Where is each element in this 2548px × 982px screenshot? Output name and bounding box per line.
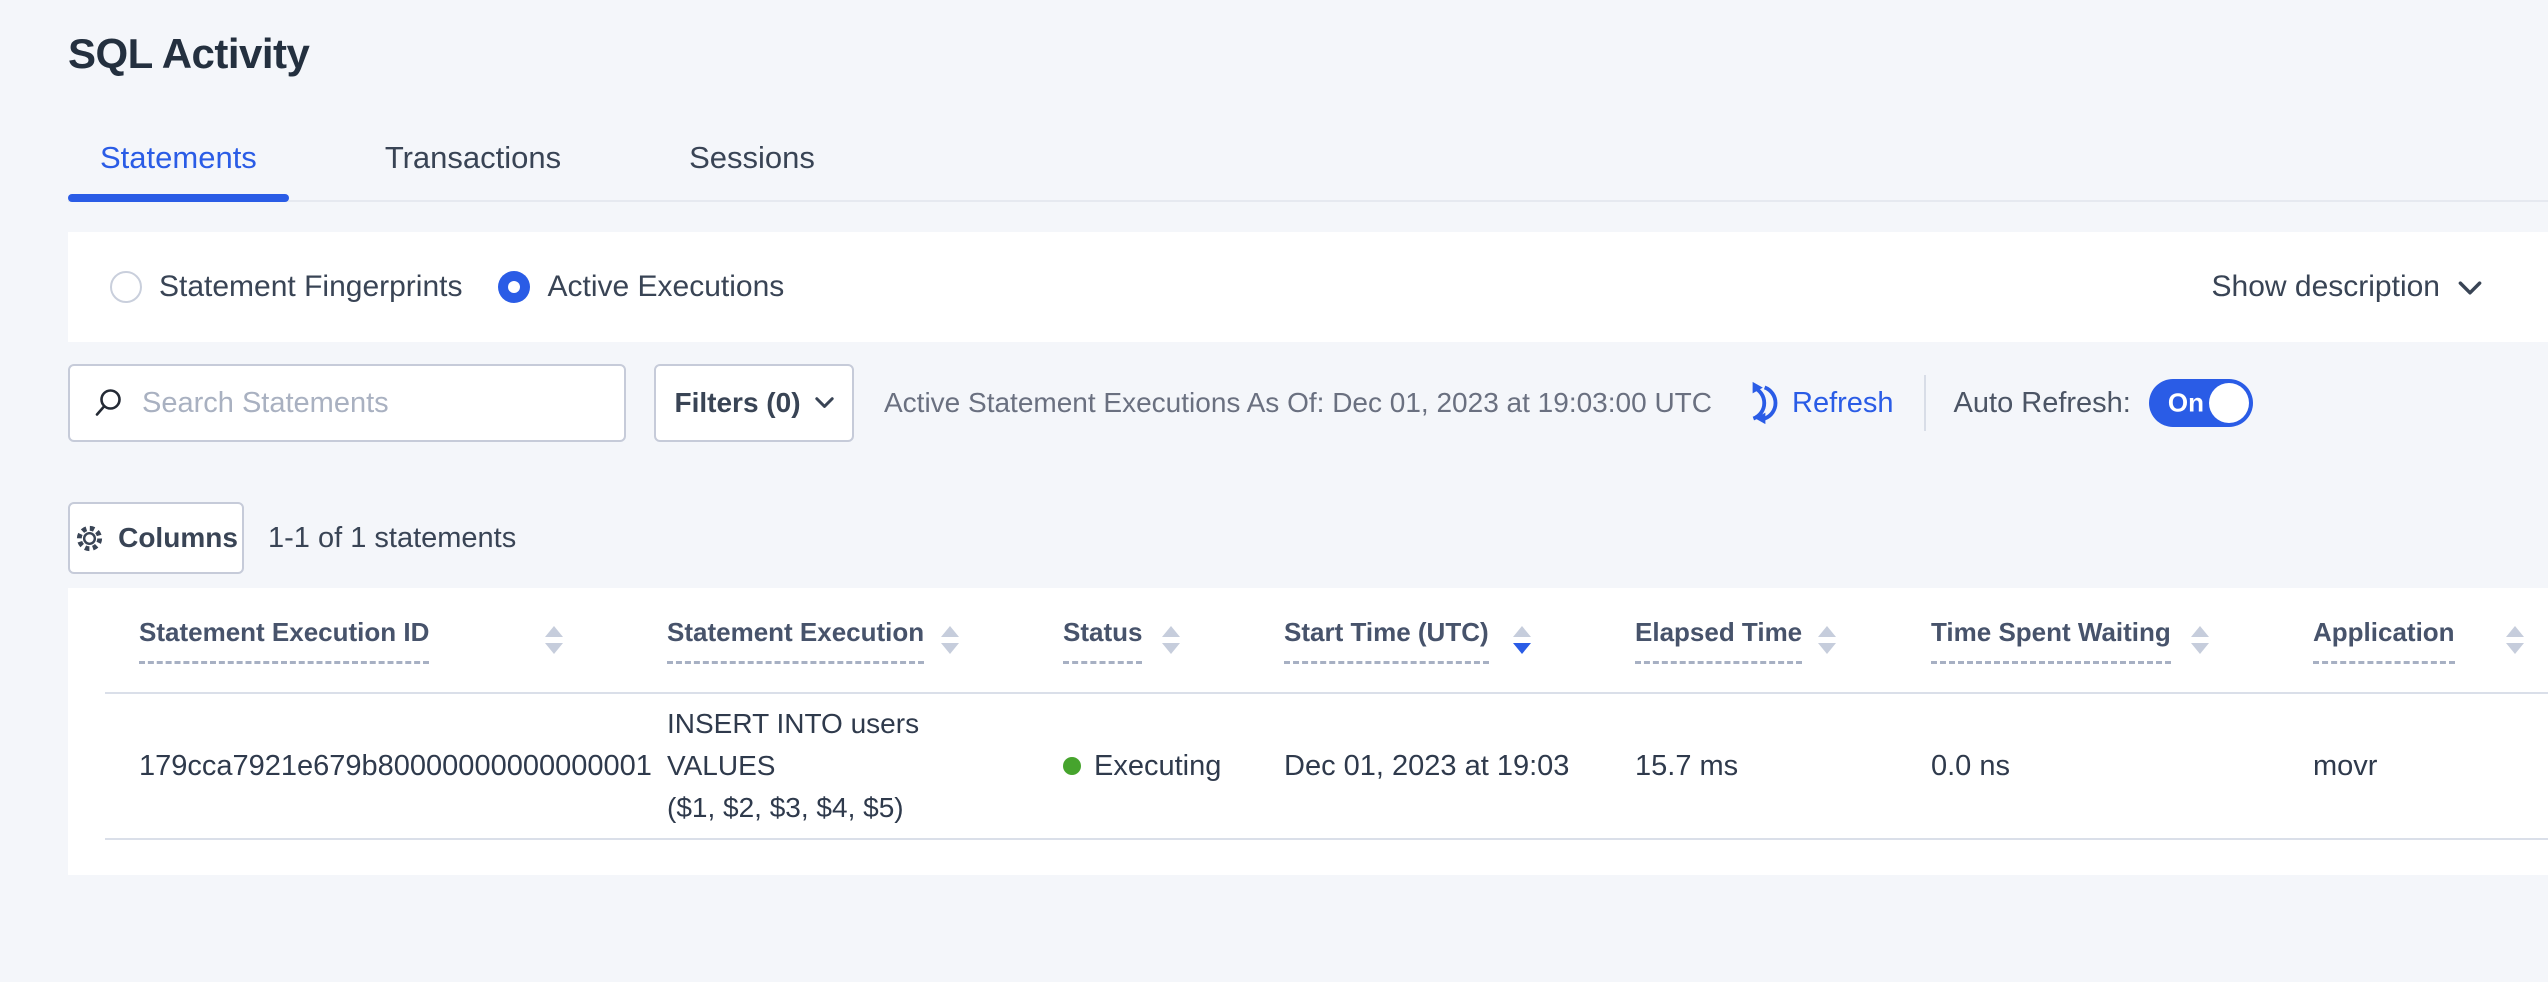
- radio-unselected-icon[interactable]: [110, 271, 142, 303]
- filter-bar: Filters (0) Active Statement Executions …: [68, 364, 2548, 442]
- tab-sessions[interactable]: Sessions: [657, 140, 847, 200]
- cell-statement-execution: INSERT INTO users VALUES ($1, $2, $3, $4…: [633, 703, 1029, 829]
- statements-table: Statement Execution ID Statement Executi…: [68, 588, 2548, 875]
- table-row: 179cca7921e679b80000000000000001 INSERT …: [105, 694, 2548, 840]
- toggle-state-label: On: [2168, 388, 2204, 419]
- show-description-toggle[interactable]: Show description: [2212, 270, 2482, 304]
- statement-line-1: INSERT INTO users VALUES: [667, 703, 1029, 787]
- col-header-start-time[interactable]: Start Time (UTC): [1250, 617, 1601, 664]
- tab-transactions[interactable]: Transactions: [353, 140, 593, 200]
- search-input[interactable]: [142, 387, 602, 420]
- show-description-label: Show description: [2212, 270, 2440, 304]
- cell-application: movr: [2279, 750, 2548, 783]
- tab-bar: Statements Transactions Sessions: [68, 140, 2548, 202]
- radio-active-executions[interactable]: Active Executions: [498, 270, 784, 304]
- sort-icon: [1162, 626, 1180, 654]
- statement-line-2: ($1, $2, $3, $4, $5): [667, 787, 1029, 829]
- sort-icon: [545, 626, 563, 654]
- cell-statement-execution-id: 179cca7921e679b80000000000000001: [105, 750, 633, 783]
- as-of-timestamp: Active Statement Executions As Of: Dec 0…: [884, 387, 1712, 419]
- chevron-down-icon: [2458, 270, 2482, 304]
- chevron-down-icon: [815, 397, 834, 409]
- search-box[interactable]: [68, 364, 626, 442]
- columns-button[interactable]: Columns: [68, 502, 244, 574]
- table-header-row: Statement Execution ID Statement Executi…: [105, 588, 2548, 694]
- radio-selected-icon[interactable]: [498, 271, 530, 303]
- filters-button-label: Filters (0): [674, 387, 800, 419]
- sort-icon: [941, 626, 959, 654]
- page-title: SQL Activity: [68, 0, 2548, 78]
- sort-icon: [2506, 626, 2524, 654]
- cell-time-spent-waiting: 0.0 ns: [1897, 750, 2279, 783]
- col-header-application[interactable]: Application: [2279, 617, 2548, 664]
- filters-button[interactable]: Filters (0): [654, 364, 854, 442]
- col-header-elapsed-time[interactable]: Elapsed Time: [1601, 617, 1897, 664]
- col-header-status[interactable]: Status: [1029, 617, 1250, 664]
- auto-refresh-toggle[interactable]: On: [2149, 379, 2253, 427]
- sql-activity-page: SQL Activity Statements Transactions Ses…: [0, 0, 2548, 875]
- vertical-divider: [1924, 375, 1926, 431]
- refresh-label: Refresh: [1792, 387, 1894, 420]
- gear-icon: [74, 523, 105, 554]
- refresh-icon: [1736, 380, 1782, 426]
- search-icon: [92, 387, 124, 419]
- col-header-statement-execution-id[interactable]: Statement Execution ID: [105, 617, 633, 664]
- status-label: Executing: [1094, 750, 1221, 783]
- result-count: 1-1 of 1 statements: [268, 522, 516, 555]
- radio-label: Active Executions: [547, 270, 784, 304]
- refresh-button[interactable]: Refresh: [1736, 380, 1894, 426]
- view-mode-card: Statement Fingerprints Active Executions…: [68, 232, 2548, 342]
- radio-statement-fingerprints[interactable]: Statement Fingerprints: [110, 270, 462, 304]
- toggle-knob[interactable]: [2209, 383, 2249, 423]
- cell-status: Executing: [1029, 750, 1250, 783]
- auto-refresh-label: Auto Refresh:: [1954, 387, 2131, 420]
- col-header-statement-execution[interactable]: Statement Execution: [633, 617, 1029, 664]
- radio-label: Statement Fingerprints: [159, 270, 462, 304]
- status-executing-dot-icon: [1063, 757, 1081, 775]
- sort-icon: [1818, 626, 1836, 654]
- table-toolbar: Columns 1-1 of 1 statements: [68, 502, 2548, 574]
- cell-elapsed-time: 15.7 ms: [1601, 750, 1897, 783]
- sort-icon: [2191, 626, 2209, 654]
- col-header-time-spent-waiting[interactable]: Time Spent Waiting: [1897, 617, 2279, 664]
- columns-button-label: Columns: [118, 522, 238, 554]
- cell-start-time: Dec 01, 2023 at 19:03: [1250, 750, 1601, 783]
- tab-statements[interactable]: Statements: [68, 140, 289, 200]
- sort-icon-active-desc: [1513, 626, 1531, 654]
